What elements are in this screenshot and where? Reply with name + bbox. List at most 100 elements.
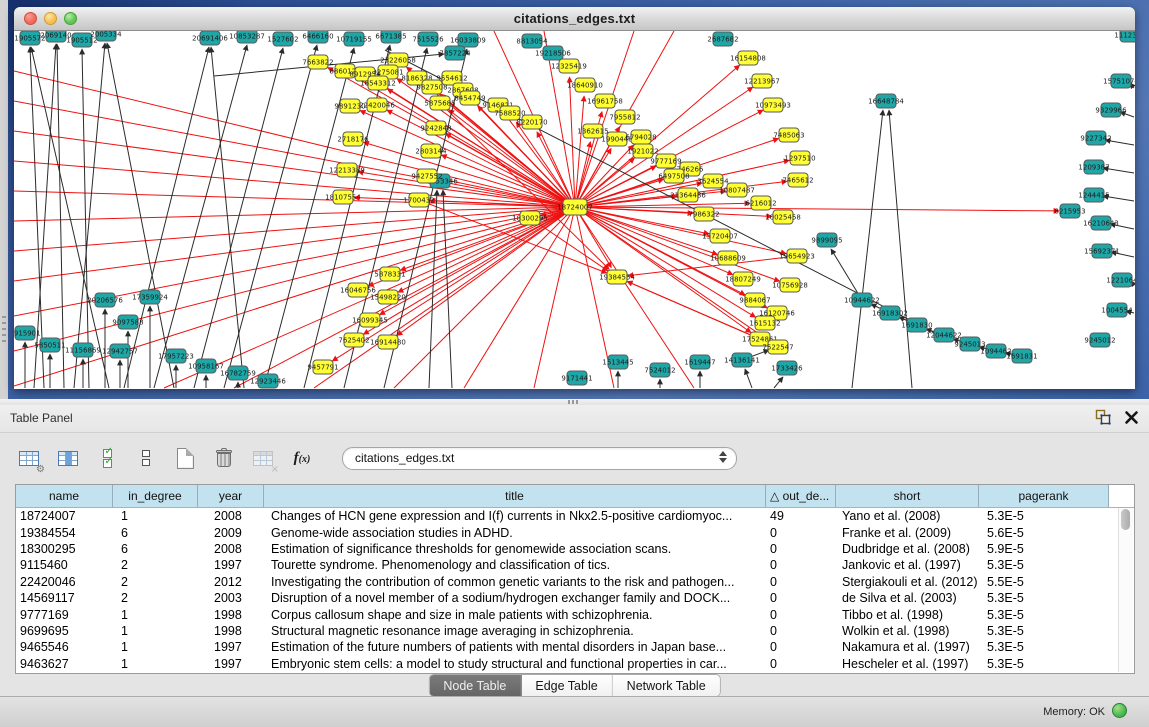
graph-node[interactable]: 1619447 (684, 355, 715, 369)
graph-node[interactable]: 9884067 (739, 293, 770, 307)
graph-node[interactable]: 18107554 (325, 190, 361, 204)
graph-node[interactable]: 7955812 (609, 110, 640, 124)
graph-node[interactable]: 20691406 (192, 31, 228, 45)
function-builder-button[interactable]: f(x) (289, 445, 315, 471)
delete-table-button[interactable]: × (250, 445, 276, 471)
graph-node[interactable]: 9245012 (1084, 333, 1115, 347)
table-row[interactable]: 2242004622012Investigating the contribut… (16, 574, 1134, 590)
tab-node-table[interactable]: Node Table (429, 675, 521, 696)
graph-node[interactable]: 16099345 (352, 313, 388, 327)
citation-network-graph[interactable]: 1905572206914019055122005334206914061085… (14, 31, 1135, 389)
graph-node[interactable]: 6671385 (375, 31, 406, 43)
graph-node[interactable]: 7485063 (773, 128, 804, 142)
graph-node[interactable]: 7465612 (782, 173, 813, 187)
column-header-short[interactable]: short (836, 485, 979, 507)
delete-column-button[interactable] (211, 445, 237, 471)
table-settings-button[interactable]: ⚙ (16, 445, 42, 471)
graph-node[interactable]: 10025458 (765, 210, 801, 224)
divider-handle[interactable] (568, 400, 578, 404)
close-panel-icon[interactable] (1124, 410, 1139, 425)
graph-node[interactable]: 11156869 (65, 343, 101, 357)
graph-node[interactable]: 5875685 (424, 96, 455, 110)
graph-node[interactable]: 12213967 (744, 74, 780, 88)
graph-node[interactable]: 1221064 (1106, 273, 1135, 287)
graph-node[interactable]: 7625402 (338, 333, 369, 347)
graph-node[interactable]: 16918302 (872, 306, 908, 320)
table-row[interactable]: 977716911998Corpus callosum shape and si… (16, 606, 1134, 622)
tab-network-table[interactable]: Network Table (613, 675, 720, 696)
memory-status-indicator[interactable] (1112, 703, 1127, 718)
column-header-pagerank[interactable]: pagerank (979, 485, 1109, 507)
svg-text:16154808: 16154808 (730, 55, 766, 63)
column-visibility-button[interactable] (55, 445, 81, 471)
graph-node[interactable]: 10853287 (229, 31, 265, 43)
graph-node[interactable]: 1004554 (1101, 303, 1133, 317)
graph-node[interactable]: 16033809 (450, 33, 486, 47)
column-header-year[interactable]: year (198, 485, 264, 507)
row-height-button[interactable] (133, 445, 159, 471)
table-row[interactable]: 1830029562008Estimation of significance … (16, 541, 1134, 557)
scrollbar-thumb[interactable] (1121, 509, 1130, 530)
graph-node[interactable]: 15751074 (1103, 74, 1135, 88)
graph-node[interactable]: 1733426 (771, 361, 803, 375)
graph-node[interactable]: 7986322 (688, 207, 719, 221)
network-window-titlebar[interactable]: citations_edges.txt (14, 7, 1135, 31)
new-table-button[interactable] (172, 445, 198, 471)
graph-node[interactable]: 1244415 (1078, 188, 1109, 202)
column-header-out_de[interactable]: △ out_de... (766, 485, 836, 507)
graph-node[interactable]: 1297510 (784, 151, 815, 165)
column-header-in_degree[interactable]: in_degree (113, 485, 198, 507)
graph-node[interactable]: 9329966 (1095, 103, 1127, 117)
graph-node[interactable]: 2718176 (337, 132, 369, 146)
graph-node[interactable]: 16914480 (370, 335, 406, 349)
graph-node[interactable]: 9899095 (811, 233, 842, 247)
graph-node[interactable]: 1527602 (267, 32, 298, 46)
graph-node[interactable]: 8215953 (1054, 204, 1085, 218)
table-row[interactable]: 1456911722003Disruption of a novel membe… (16, 590, 1134, 606)
graph-node[interactable]: 3915901 (14, 326, 41, 340)
graph-node[interactable]: 12325419 (551, 59, 587, 73)
graph-node[interactable]: 18640910 (567, 78, 603, 92)
network-graph-canvas[interactable]: 1905572206914019055122005334206914061085… (14, 31, 1135, 389)
table-row[interactable]: 946362711997Embryonic stem cells: a mode… (16, 656, 1134, 672)
tab-edge-table[interactable]: Edge Table (521, 675, 612, 696)
graph-node[interactable]: 15720407 (702, 229, 738, 243)
graph-node[interactable]: 6466160 (302, 31, 333, 43)
table-row[interactable]: 969969511998Structural magnetic resonanc… (16, 623, 1134, 639)
graph-node[interactable]: 7515526 (412, 32, 444, 46)
graph-node[interactable]: 7524012 (644, 363, 675, 377)
graph-node[interactable]: 15692371 (1084, 244, 1120, 258)
graph-node[interactable]: 16961758 (587, 94, 623, 108)
graph-node[interactable]: 16648784 (868, 94, 904, 108)
graph-node[interactable]: 1112305 (1114, 31, 1135, 42)
select-columns-button[interactable] (94, 445, 120, 471)
column-header-name[interactable]: name (16, 485, 113, 507)
graph-node[interactable]: 7857224 (439, 46, 471, 60)
table-row[interactable]: 1872400712008Changes of HCN gene express… (16, 508, 1134, 524)
graph-node[interactable]: 16210643 (1083, 216, 1119, 230)
table-selector-combo[interactable]: citations_edges.txt (342, 447, 737, 470)
vertical-scrollbar[interactable] (1118, 508, 1133, 672)
graph-node[interactable]: 9227342 (1080, 131, 1111, 145)
graph-node[interactable]: 2687682 (707, 32, 738, 46)
float-window-icon[interactable] (1095, 409, 1112, 426)
graph-node[interactable]: 9457791 (307, 360, 338, 374)
table-row[interactable]: 1938455462009Genome-wide association stu… (16, 524, 1134, 540)
table-row[interactable]: 946554611997Estimation of the future num… (16, 639, 1134, 655)
table-row[interactable]: 911546021997Tourette syndrome. Phenomeno… (16, 557, 1134, 573)
graph-node[interactable]: 10719155 (336, 32, 372, 46)
graph-node[interactable]: 9171441 (561, 371, 592, 385)
graph-node[interactable]: 20206576 (87, 293, 123, 307)
svg-text:12044622: 12044622 (926, 332, 962, 340)
panel-grip[interactable] (2, 316, 6, 342)
graph-node[interactable]: 10973493 (755, 98, 791, 112)
graph-node[interactable]: 5850511 (34, 338, 65, 352)
graph-node[interactable]: 19654923 (779, 249, 815, 263)
graph-node[interactable]: 10958167 (188, 359, 224, 373)
graph-node[interactable]: 16154808 (730, 51, 766, 65)
column-header-title[interactable]: title (264, 485, 766, 507)
graph-node[interactable]: 10944622 (844, 293, 880, 307)
graph-node[interactable]: 6216012 (745, 196, 776, 210)
graph-node[interactable]: 8813054 (516, 34, 548, 48)
graph-node[interactable]: 1209387 (1078, 160, 1109, 174)
